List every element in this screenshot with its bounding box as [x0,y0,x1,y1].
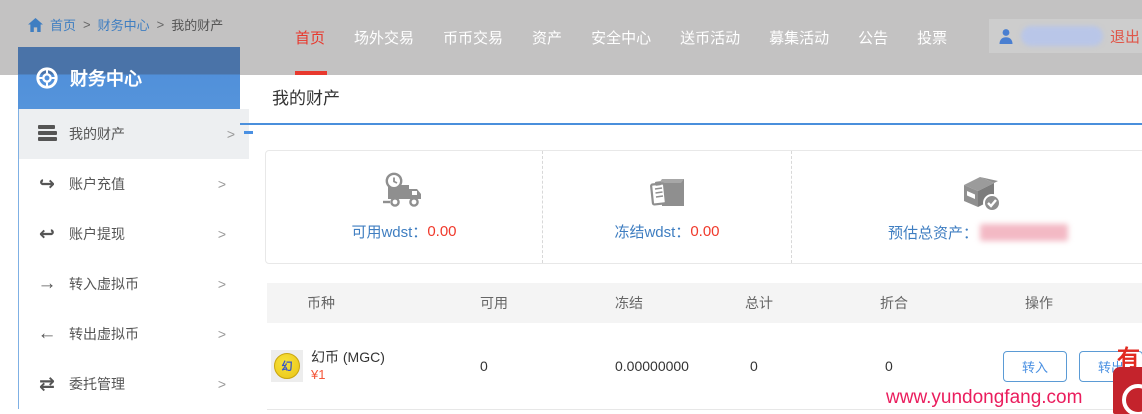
watermark-text: www.yundongfang.com [886,387,1082,409]
assets-list-icon [35,125,59,143]
breadcrumb-home[interactable]: 首页 [50,15,76,34]
lifebuoy-icon [36,67,58,89]
nav-home[interactable]: 首页 [295,27,325,48]
stat-value: 0.00 [690,223,719,240]
cell-total: 0 [725,358,860,374]
nav-vote[interactable]: 投票 [917,27,947,48]
sidebar-item-my-assets[interactable]: 我的财产 > [19,109,249,159]
sidebar-item-withdraw[interactable]: ↩ 账户提现 > [19,209,240,259]
cell-converted: 0 [860,358,1000,374]
col-actions: 操作 [1000,293,1142,313]
sidebar-item-delegate[interactable]: ⇄ 委托管理 > [19,359,240,409]
nav-coin-trade[interactable]: 币币交易 [443,27,503,48]
stat-label: 预估总资产： [888,222,978,243]
col-available: 可用 [460,293,585,313]
stat-available: 可用wdst： 0.00 [266,151,542,263]
coin-name: 幻币 (MGC) [311,349,385,366]
col-total: 总计 [725,293,860,313]
nav-assets[interactable]: 资产 [532,27,562,48]
cell-available: 0 [460,358,585,374]
stat-label: 冻结wdst： [614,221,690,242]
user-account-area[interactable]: 退出 [989,19,1142,53]
col-converted: 折合 [860,293,1000,313]
sidebar-menu: 我的财产 > ↪ 账户充值 > ↩ 账户提现 > → 转入虚拟币 > ← 转出虚… [18,109,240,409]
clipboard-box-icon [646,172,688,212]
logout-button[interactable]: 退出 [1110,26,1140,47]
transfer-in-arrow-icon: → [35,273,59,295]
home-icon[interactable] [28,18,43,32]
breadcrumb-section[interactable]: 财务中心 [98,15,150,34]
stat-value: 0.00 [427,223,456,240]
withdraw-curved-arrow-icon: ↩ [35,223,59,246]
sidebar-title: 财务中心 [70,65,142,91]
breadcrumb-separator: > [83,17,91,32]
coin-icon-wrap: 幻 [271,350,303,382]
user-icon [998,28,1014,44]
sidebar-item-transfer-out[interactable]: ← 转出虚拟币 > [19,309,240,359]
chevron-right-icon: > [218,376,226,392]
username-redacted [1021,26,1103,46]
stat-frozen: 冻结wdst： 0.00 [542,151,791,263]
page-title: 我的财产 [272,84,340,109]
nav-announcement[interactable]: 公告 [858,27,888,48]
active-item-marker [244,131,253,134]
breadcrumb-current: 我的财产 [171,15,223,34]
breadcrumb-separator: > [157,17,165,32]
chevron-right-icon: > [227,126,235,142]
col-coin: 币种 [267,293,460,313]
stat-value-redacted [980,224,1068,241]
sidebar-header: 财务中心 [18,47,240,109]
sidebar-item-deposit[interactable]: ↪ 账户充值 > [19,159,240,209]
corner-logo [1113,367,1142,414]
nav-security[interactable]: 安全中心 [591,27,651,48]
stat-total-assets: 预估总资产： [791,151,1142,263]
title-divider [240,123,1142,125]
sidebar-item-transfer-in[interactable]: → 转入虚拟币 > [19,259,240,309]
col-frozen: 冻结 [585,293,725,313]
transfer-in-button[interactable]: 转入 [1003,351,1067,382]
transfer-out-arrow-icon: ← [35,323,59,345]
deposit-curved-arrow-icon: ↪ [35,173,59,196]
assets-table-header: 币种 可用 冻结 总计 折合 操作 [267,283,1142,323]
nav-fundraising[interactable]: 募集活动 [769,27,829,48]
stats-card: 可用wdst： 0.00 冻结wdst： 0.00 [265,150,1142,264]
top-nav: 首页 场外交易 币币交易 资产 安全中心 送币活动 募集活动 公告 投票 [295,27,947,48]
coin-price: ¥1 [311,366,385,383]
breadcrumb: 首页 > 财务中心 > 我的财产 [28,15,223,34]
chevron-right-icon: > [218,326,226,342]
stat-label: 可用wdst： [351,221,427,242]
delegate-exchange-icon: ⇄ [35,373,59,396]
chevron-right-icon: > [218,226,226,242]
truck-clock-icon [381,172,427,212]
cell-frozen: 0.00000000 [585,358,725,374]
package-check-icon [954,171,1002,213]
chevron-right-icon: > [218,276,226,292]
page-canvas: 首页 > 财务中心 > 我的财产 首页 场外交易 币币交易 资产 安全中心 送币… [0,0,1142,414]
nav-otc[interactable]: 场外交易 [354,27,414,48]
nav-active-underline [295,71,327,75]
coin-icon: 幻 [274,353,300,379]
nav-coin-giveaway[interactable]: 送币活动 [680,27,740,48]
chevron-right-icon: > [218,176,226,192]
